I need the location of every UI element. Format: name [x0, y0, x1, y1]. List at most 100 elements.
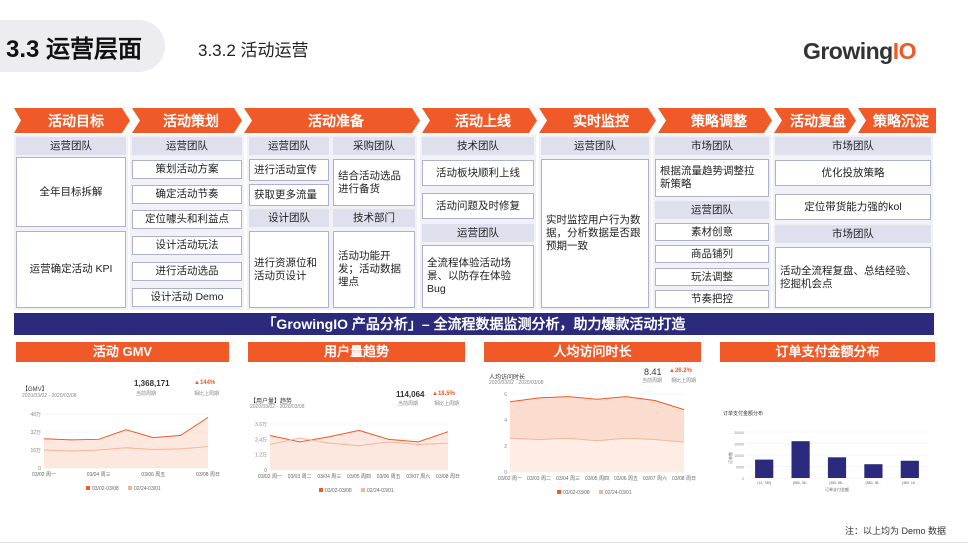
line-chart-gmv: 48万32万16万003/02 周一 03/04 周三 03/06 周五 03/08 … — [30, 412, 220, 492]
chart-title-order-dist: 订单支付金额分布 — [720, 342, 935, 362]
stage-label-review: 活动复盘 — [790, 113, 846, 129]
x-axis-title: 订单支付金额 — [825, 486, 849, 492]
team-header: 技术团队 — [422, 137, 534, 155]
page-subtitle: 3.3.2 活动运营 — [198, 41, 309, 60]
task-box: 结合活动选品进行备货 — [333, 159, 415, 206]
task-box: 确定活动节奏 — [132, 185, 242, 204]
y-tick-label: 2 — [504, 444, 507, 450]
task-box: 优化投放策略 — [775, 160, 931, 186]
bar-chart-order-dist: 20000 15000 10000 5000 0 订单数 (12, 780] (980, 38… — [727, 431, 928, 492]
task-box: 全年目标拆解 — [16, 157, 126, 227]
stage-label-monitor: 实时监控 — [573, 113, 629, 129]
x-tick-label: (12, 780] — [757, 481, 771, 485]
stage-label-launch: 活动上线 — [455, 113, 511, 129]
y-tick-label: 2.4万 — [255, 437, 267, 443]
product-analysis-banner: 「GrowingIO 产品分析」– 全流程数据监测分析，助力爆款活动打造 — [14, 313, 934, 335]
task-box: 活动问题及时修复 — [422, 193, 534, 219]
legend-label: 02/24-03/01 — [367, 488, 394, 494]
team-header: 市场团队 — [775, 137, 931, 155]
series-area — [44, 417, 208, 468]
x-tick-label: 03/07 周六 — [406, 473, 430, 480]
task-box: 玩法调整 — [655, 268, 769, 286]
task-box: 活动功能开发；活动数据埋点 — [333, 231, 415, 308]
task-box: 定位噱头和利益点 — [132, 210, 242, 229]
stage-label-adjust: 策略调整 — [691, 113, 747, 129]
team-header: 运营团队 — [422, 224, 534, 242]
y-tick-label: 4 — [504, 418, 507, 424]
chart-card-gmv: 【GMV】 2020/03/02 - 2020/03/08 1,368,171 … — [16, 366, 229, 498]
team-header: 技术部门 — [333, 209, 415, 227]
legend-marker — [128, 486, 132, 490]
x-tick-label: 03/05 周四 — [347, 474, 371, 480]
y-axis-label: 订单数 — [727, 452, 733, 464]
bar — [827, 457, 847, 478]
stage-label-goal: 活动目标 — [48, 113, 104, 129]
task-box: 全流程体验活动场景、以防存在体验 Bug — [422, 245, 534, 308]
task-box: 设计活动玩法 — [132, 236, 242, 255]
y-tick-label: 3.6万 — [255, 422, 267, 428]
stage-arrow-bar: 活动目标 活动策划 活动准备 活动上线 实时监控 策略调整 活动复盘 策略沉淀 — [14, 108, 936, 133]
stage-label-plan: 活动策划 — [163, 113, 219, 129]
legend-marker — [319, 488, 323, 492]
y-tick-label: 0 — [742, 477, 744, 481]
y-tick-label: 15000 — [734, 443, 744, 447]
task-box: 节奏把控 — [655, 290, 769, 308]
legend-marker — [599, 490, 603, 494]
chart-card-users: 【用户量】趋势 2020/03/02 - 2020/03/08 114,064 … — [248, 366, 465, 498]
line-chart-users: 3.6万2.4万1.2万003/02 周一 03/03 周二 03/04 周三 03/… — [255, 422, 460, 494]
legend-label: 03/02-03/08 — [325, 488, 352, 494]
task-box: 活动全流程复盘、总结经验、挖掘机会点 — [775, 247, 931, 308]
chart-title-gmv: 活动 GMV — [16, 342, 229, 362]
x-tick-label: 03/02 周一 — [32, 472, 56, 478]
y-tick-label: 1.2万 — [255, 453, 267, 459]
bar — [791, 441, 810, 478]
task-box: 获取更多流量 — [249, 184, 329, 206]
x-tick-label: 03/02 周一 — [498, 476, 522, 482]
legend-label: 03/02-03/08 — [563, 490, 590, 496]
task-box: 定位带货能力强的kol — [775, 194, 931, 220]
y-tick-label: 32万 — [30, 430, 41, 436]
y-tick-label: 10000 — [734, 454, 744, 458]
team-header: 运营团队 — [16, 137, 126, 155]
y-tick-label: 20000 — [734, 431, 744, 435]
x-tick-label: 03/08 周日 — [436, 474, 460, 480]
legend-marker — [361, 488, 365, 492]
x-tick-label: 03/06 周五 — [614, 476, 638, 482]
task-box: 实时监控用户行为数据，分析数据是否跟预期一致 — [541, 159, 649, 308]
x-tick-label: (380, 88... — [829, 481, 845, 485]
bar — [900, 460, 919, 478]
task-box: 设计活动 Demo — [132, 288, 242, 307]
growingio-logo: GrowingIO — [802, 38, 917, 64]
stage-label-prep: 活动准备 — [308, 113, 364, 129]
bar — [864, 464, 883, 478]
task-box: 商品铺列 — [655, 245, 769, 263]
team-header: 市场团队 — [775, 225, 931, 243]
task-box: 进行资源位和活动页设计 — [249, 231, 329, 308]
team-header: 采购团队 — [333, 137, 415, 155]
y-tick-label: 6 — [504, 392, 507, 398]
task-box: 素材创意 — [655, 223, 769, 241]
x-tick-label: (380, 18... — [902, 481, 918, 485]
footnote: 注：以上均为 Demo 数据 — [844, 526, 946, 536]
x-tick-label: 03/03 周二 — [527, 476, 551, 482]
chart-title-duration: 人均访问时长 — [484, 342, 701, 362]
series-area — [270, 430, 448, 470]
x-tick-label: 03/02 周一 — [258, 474, 282, 480]
x-tick-label: 03/03 周二 — [288, 474, 312, 480]
chart-title-users: 用户量趋势 — [248, 342, 465, 362]
team-header: 设计团队 — [249, 209, 329, 227]
bottom-divider — [0, 542, 968, 543]
y-tick-label: 48万 — [30, 412, 41, 418]
legend-label: 02/24-03/01 — [134, 486, 161, 492]
task-box: 根据流量趋势调整拉新策略 — [655, 159, 769, 197]
x-tick-label: (980, 38... — [793, 481, 809, 485]
series-area — [510, 438, 684, 472]
x-tick-label: 03/04 周三 — [556, 476, 580, 482]
team-header: 运营团队 — [249, 137, 329, 155]
x-tick-label: 03/04 周三 — [87, 472, 111, 478]
team-header: 市场团队 — [655, 137, 769, 155]
y-tick-label: 16万 — [30, 448, 41, 454]
legend-label: 02/24-03/01 — [605, 490, 632, 496]
stage-label-summary: 策略沉淀 — [873, 113, 929, 129]
x-tick-label: 03/04 周三 — [317, 474, 341, 480]
